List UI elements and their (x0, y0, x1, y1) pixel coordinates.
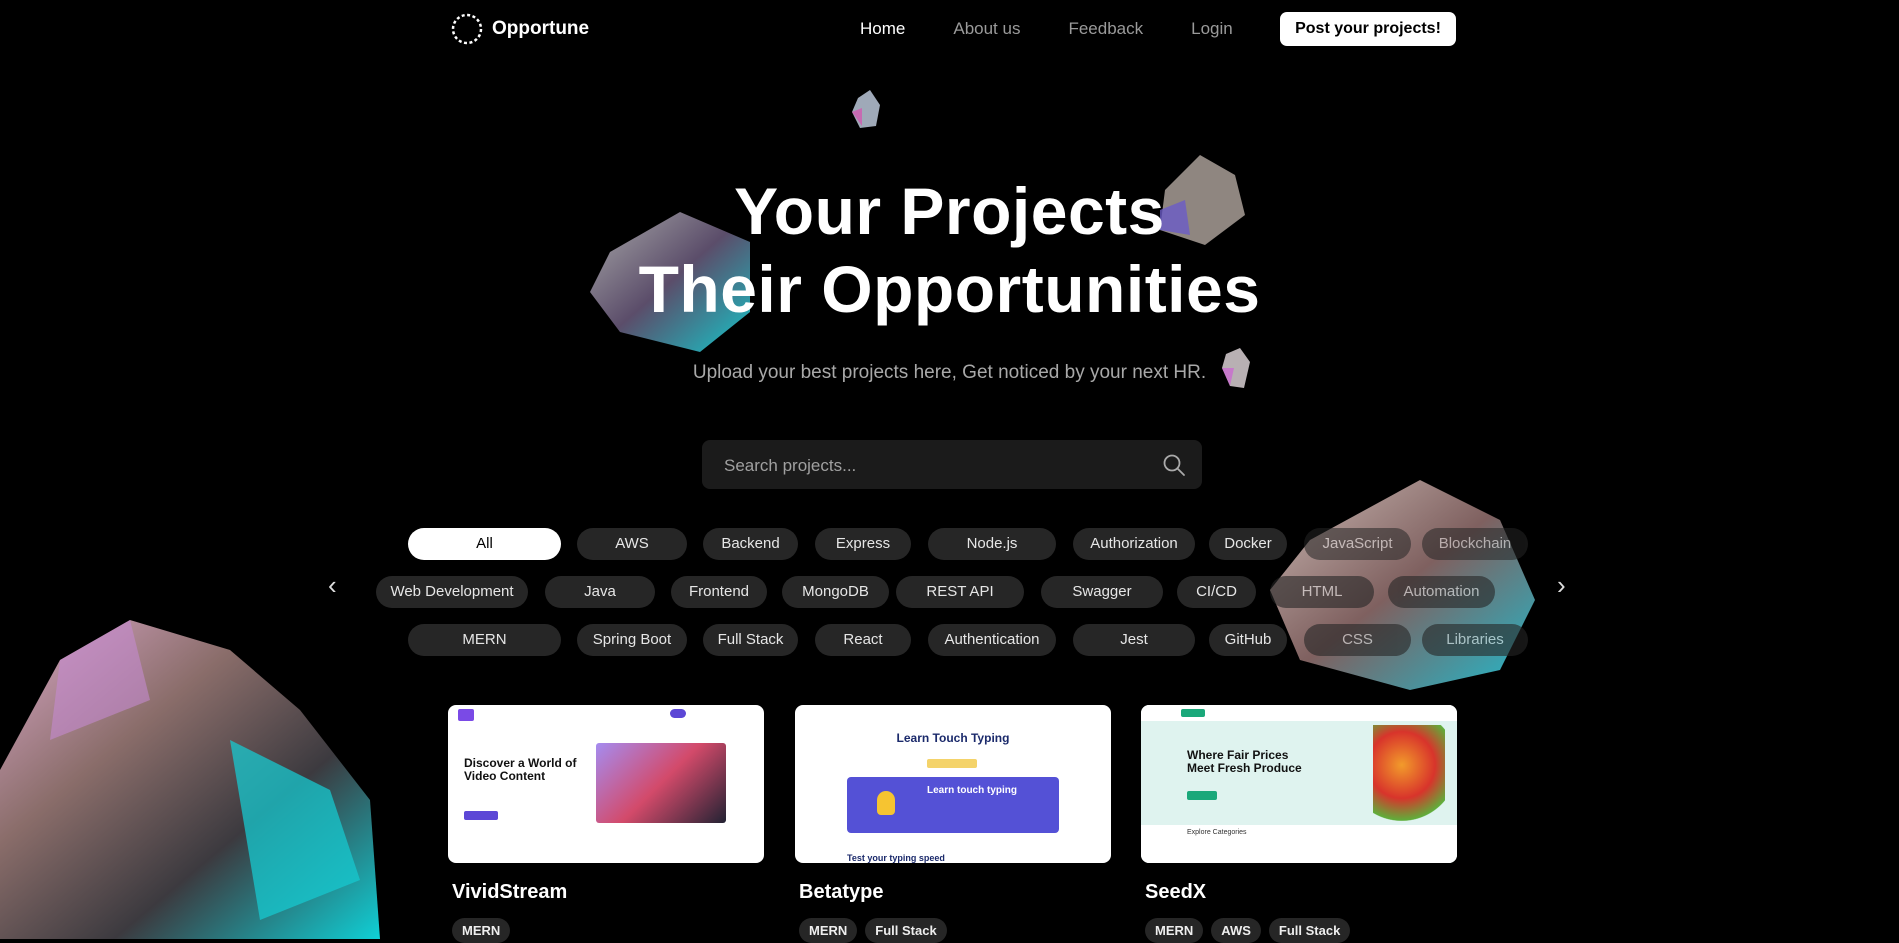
tag-chip[interactable]: MongoDB (782, 576, 889, 608)
project-card[interactable]: Discover a World of Video Content VividS… (448, 705, 764, 943)
project-title[interactable]: Betatype (799, 881, 1111, 904)
brand-name: Opportune (492, 18, 590, 39)
tag-chip[interactable]: Full Stack (703, 624, 798, 656)
preview-headline: Discover a World of Video Content (464, 757, 576, 783)
preview-banner: Learn touch typing (847, 777, 1059, 833)
tag-chip[interactable]: Spring Boot (577, 624, 687, 656)
preview-nav-pill (670, 709, 686, 718)
preview-logo (458, 709, 474, 721)
project-tags: MERN AWS Full Stack (1145, 918, 1457, 943)
lightbulb-icon (877, 791, 895, 815)
tag-chip[interactable]: Docker (1209, 528, 1287, 560)
preview-headline-line1: Where Fair Prices (1187, 748, 1289, 762)
preview-produce (1373, 725, 1445, 825)
tag-chip[interactable]: AWS (577, 528, 687, 560)
project-tag: Full Stack (1268, 918, 1351, 943)
preview-image (596, 743, 726, 823)
crystal-rock-decoration (0, 620, 380, 939)
nav-link-feedback[interactable]: Feedback (1068, 19, 1143, 39)
tag-chip[interactable]: MERN (408, 624, 561, 656)
project-card[interactable]: Learn Touch Typing Learn touch typing Te… (795, 705, 1111, 943)
project-thumbnail[interactable]: Discover a World of Video Content (448, 705, 764, 863)
tag-chip[interactable]: Express (815, 528, 911, 560)
tag-chip[interactable]: Swagger (1041, 576, 1163, 608)
project-tag: Full Stack (865, 918, 947, 943)
preview-headline-line2: Meet Fresh Produce (1187, 761, 1302, 775)
project-title[interactable]: VividStream (452, 881, 764, 904)
preview-banner-text: Learn touch typing (927, 785, 1017, 796)
search-bar (702, 440, 1202, 491)
crystal-rock-decoration (852, 90, 880, 128)
tag-chip[interactable]: Authorization (1073, 528, 1195, 560)
chevron-right-icon[interactable]: › (1557, 570, 1566, 601)
tag-chip[interactable]: Web Development (376, 576, 528, 608)
tag-row: All AWS Backend Express Node.js Authoriz… (370, 528, 1540, 576)
nav-link-home[interactable]: Home (860, 19, 905, 39)
post-projects-button[interactable]: Post your projects! (1280, 12, 1456, 46)
project-tag: MERN (1145, 918, 1204, 943)
project-thumbnail[interactable]: Where Fair Prices Meet Fresh Produce Exp… (1141, 705, 1457, 863)
nav-links: Home About us Feedback Login (860, 19, 1281, 39)
preview-headline: Learn Touch Typing (896, 731, 1010, 745)
tag-row: MERN Spring Boot Full Stack React Authen… (370, 624, 1540, 672)
tag-chip[interactable]: HTML (1270, 576, 1374, 608)
preview-headline-line2: Video Content (464, 769, 546, 783)
tag-chip[interactable]: Node.js (928, 528, 1056, 560)
project-tag: MERN (799, 918, 858, 943)
preview-footer-text: Test your typing speed (847, 853, 945, 863)
tag-chip[interactable]: CSS (1304, 624, 1411, 656)
tag-chip[interactable]: Java (545, 576, 655, 608)
nav-link-about[interactable]: About us (953, 19, 1020, 39)
brand[interactable]: Opportune (450, 12, 589, 46)
tag-chip[interactable]: JavaScript (1304, 528, 1411, 560)
tag-chip[interactable]: REST API (896, 576, 1024, 608)
nav-link-login[interactable]: Login (1191, 19, 1233, 39)
project-thumbnail[interactable]: Learn Touch Typing Learn touch typing Te… (795, 705, 1111, 863)
tag-chip[interactable]: CI/CD (1177, 576, 1256, 608)
preview-button (464, 811, 498, 820)
preview-logo (1181, 709, 1205, 717)
tag-row: Web Development Java Frontend MongoDB RE… (370, 576, 1540, 624)
project-tag: AWS (1211, 918, 1261, 943)
logo-icon (451, 13, 483, 45)
tag-chip[interactable]: Blockchain (1422, 528, 1528, 560)
project-tags: MERN (452, 918, 764, 943)
chevron-left-icon[interactable]: ‹ (328, 570, 337, 601)
tag-chip[interactable]: GitHub (1209, 624, 1287, 656)
tag-chip-all[interactable]: All (408, 528, 561, 560)
preview-cta (927, 759, 977, 768)
search-input[interactable] (722, 440, 1146, 491)
tag-filter-carousel: All AWS Backend Express Node.js Authoriz… (370, 528, 1540, 672)
hero-title-line1: Your Projects (734, 174, 1165, 248)
tag-chip[interactable]: Jest (1073, 624, 1195, 656)
project-tag: MERN (452, 918, 511, 943)
tag-chip[interactable]: Libraries (1422, 624, 1528, 656)
tag-chip[interactable]: React (815, 624, 911, 656)
preview-headline: Where Fair Prices Meet Fresh Produce (1187, 749, 1302, 775)
search-icon[interactable] (1162, 453, 1186, 477)
tag-chip[interactable]: Backend (703, 528, 798, 560)
project-title[interactable]: SeedX (1145, 881, 1457, 904)
tag-chip[interactable]: Automation (1388, 576, 1495, 608)
preview-headline-line1: Discover a World of (464, 756, 577, 770)
preview-button (1187, 791, 1217, 800)
tag-chip[interactable]: Authentication (928, 624, 1056, 656)
preview-section-text: Explore Categories (1187, 829, 1247, 836)
project-tags: MERN Full Stack (799, 918, 1111, 943)
hero-subtitle: Upload your best projects here, Get noti… (692, 362, 1207, 383)
project-card[interactable]: Where Fair Prices Meet Fresh Produce Exp… (1141, 705, 1457, 943)
top-navigation: Opportune Home About us Feedback Login P… (0, 0, 1899, 58)
tag-chip[interactable]: Frontend (671, 576, 767, 608)
hero-title-line2: Their Opportunities (638, 252, 1261, 326)
hero-title: Your Projects Their Opportunities (0, 172, 1899, 328)
